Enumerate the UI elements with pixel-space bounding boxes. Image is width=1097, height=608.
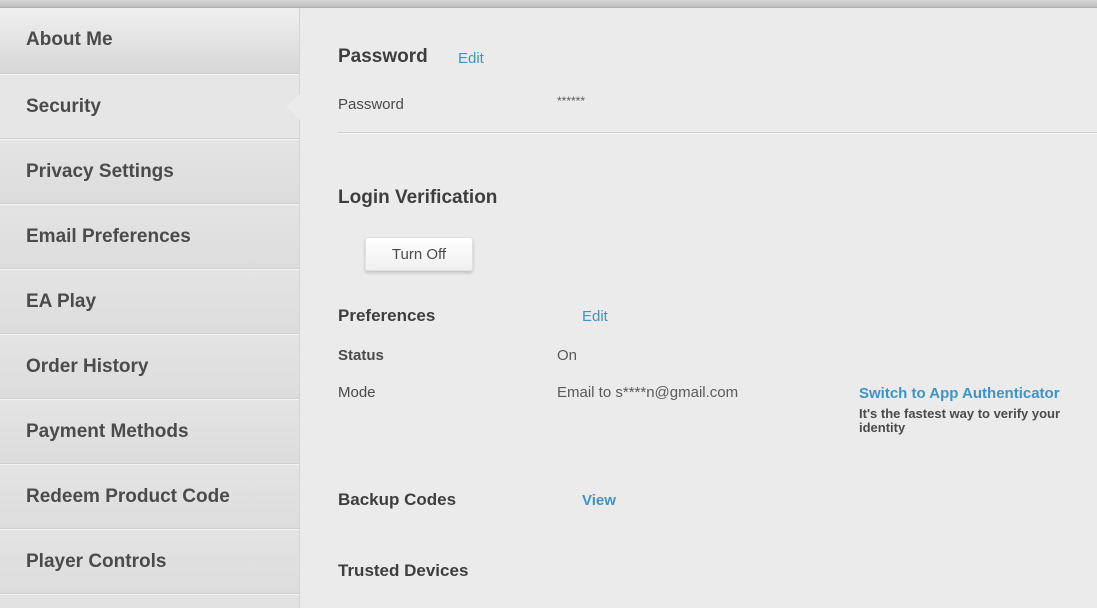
turn-off-button[interactable]: Turn Off: [365, 237, 473, 271]
status-label: Status: [338, 347, 384, 364]
mode-label: Mode: [338, 384, 376, 401]
sidebar-item-label: Security: [26, 96, 101, 117]
sidebar-nav: About Me Security Privacy Settings Email…: [0, 8, 300, 608]
sidebar-item-email-preferences[interactable]: Email Preferences: [0, 205, 299, 270]
sidebar-item-label: Email Preferences: [26, 226, 191, 247]
sidebar-item-redeem-product-code[interactable]: Redeem Product Code: [0, 465, 299, 530]
status-value: On: [557, 347, 578, 364]
backup-codes-title: Backup Codes: [338, 490, 457, 509]
sidebar-item-privacy-settings[interactable]: Privacy Settings: [0, 140, 299, 205]
top-bar: [0, 0, 1097, 8]
sidebar-item-payment-methods[interactable]: Payment Methods: [0, 400, 299, 465]
login-verification-title: Login Verification: [338, 187, 498, 208]
sidebar-item-label: Privacy Settings: [26, 161, 174, 182]
trusted-devices-title: Trusted Devices: [338, 561, 469, 580]
password-edit-link[interactable]: Edit: [458, 50, 484, 67]
sidebar-item-security[interactable]: Security: [0, 75, 300, 140]
sidebar-item-player-controls[interactable]: Player Controls: [0, 530, 299, 595]
sidebar-item-label: Redeem Product Code: [26, 486, 230, 507]
security-content: Password Edit Password ****** Login Veri…: [338, 8, 1097, 608]
sidebar-item-label: About Me: [26, 29, 113, 50]
password-label: Password: [338, 96, 404, 113]
sidebar-item-label: Player Controls: [26, 551, 167, 572]
switch-hint-text: It's the fastest way to verify your iden…: [859, 406, 1061, 435]
backup-codes-view-link[interactable]: View: [582, 492, 616, 509]
preferences-title: Preferences: [338, 306, 436, 325]
sidebar-item-label: Payment Methods: [26, 421, 189, 442]
section-divider: [338, 132, 1097, 134]
sidebar-item-label: Order History: [26, 356, 149, 377]
sidebar-item-label: EA Play: [26, 291, 97, 312]
active-indicator-notch: [286, 94, 300, 120]
mode-value: Email to s****n@gmail.com: [557, 384, 739, 401]
switch-to-app-authenticator-link[interactable]: Switch to App Authenticator: [859, 385, 1060, 402]
preferences-edit-link[interactable]: Edit: [582, 308, 608, 325]
sidebar-item-about-me[interactable]: About Me: [0, 8, 299, 75]
password-section-title: Password: [338, 46, 428, 67]
password-value: ******: [557, 94, 586, 108]
sidebar-item-ea-play[interactable]: EA Play: [0, 270, 299, 335]
sidebar-item-order-history[interactable]: Order History: [0, 335, 299, 400]
